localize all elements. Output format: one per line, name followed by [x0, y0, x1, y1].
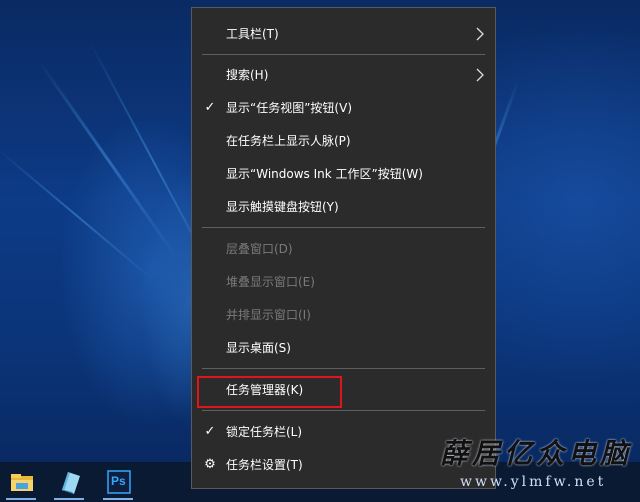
menu-item-toolbars[interactable]: 工具栏(T) — [192, 20, 495, 48]
menu-item-label: 堆叠显示窗口(E) — [226, 275, 315, 289]
active-app-indicator — [54, 498, 84, 500]
menu-separator — [202, 410, 485, 411]
menu-item-show-people[interactable]: 在任务栏上显示人脉(P) — [192, 127, 495, 155]
menu-separator — [202, 54, 485, 55]
app-icon[interactable] — [56, 468, 84, 496]
light-beam — [0, 150, 154, 281]
menu-item-label: 显示“任务视图”按钮(V) — [226, 101, 353, 115]
menu-item-label: 工具栏(T) — [226, 27, 279, 41]
menu-item-label: 在任务栏上显示人脉(P) — [226, 134, 351, 148]
menu-item-label: 显示“Windows Ink 工作区”按钮(W) — [226, 167, 423, 181]
photoshop-label: Ps — [111, 474, 126, 488]
active-app-indicator — [6, 498, 36, 500]
file-explorer-icon[interactable] — [8, 468, 36, 496]
menu-separator — [202, 227, 485, 228]
taskbar-context-menu: 工具栏(T) 搜索(H) ✓ 显示“任务视图”按钮(V) 在任务栏上显示人脉(P… — [191, 7, 496, 489]
watermark-url: www.ylmfw.net — [460, 474, 607, 490]
menu-item-label: 显示触摸键盘按钮(Y) — [226, 200, 339, 214]
menu-item-label: 显示桌面(S) — [226, 341, 291, 355]
menu-item-search[interactable]: 搜索(H) — [192, 61, 495, 89]
watermark: 薛居亿众电脑 www.ylmfw.net — [440, 432, 636, 498]
menu-item-show-touch-keyboard-button[interactable]: 显示触摸键盘按钮(Y) — [192, 193, 495, 221]
menu-item-cascade-windows: 层叠窗口(D) — [192, 235, 495, 263]
menu-item-show-task-view-button[interactable]: ✓ 显示“任务视图”按钮(V) — [192, 94, 495, 122]
menu-item-side-by-side-windows: 并排显示窗口(I) — [192, 301, 495, 329]
menu-item-label: 搜索(H) — [226, 68, 269, 82]
task-manager-highlight-box — [197, 376, 342, 408]
menu-item-label: 并排显示窗口(I) — [226, 308, 311, 322]
menu-item-label: 层叠窗口(D) — [226, 242, 293, 256]
photoshop-icon[interactable]: Ps — [105, 468, 133, 496]
watermark-title: 薛居亿众电脑 — [440, 437, 633, 470]
checkmark-icon: ✓ — [204, 100, 216, 115]
menu-item-stack-windows: 堆叠显示窗口(E) — [192, 268, 495, 296]
menu-item-show-windows-ink-button[interactable]: 显示“Windows Ink 工作区”按钮(W) — [192, 160, 495, 188]
checkmark-icon: ✓ — [204, 424, 216, 439]
active-app-indicator — [103, 498, 133, 500]
menu-item-label: 任务栏设置(T) — [226, 458, 303, 472]
chevron-right-icon — [475, 20, 485, 58]
menu-item-show-desktop[interactable]: 显示桌面(S) — [192, 334, 495, 362]
gear-icon: ⚙ — [204, 457, 216, 472]
menu-separator — [202, 368, 485, 369]
menu-item-label: 锁定任务栏(L) — [226, 425, 303, 439]
light-beam — [37, 60, 178, 259]
